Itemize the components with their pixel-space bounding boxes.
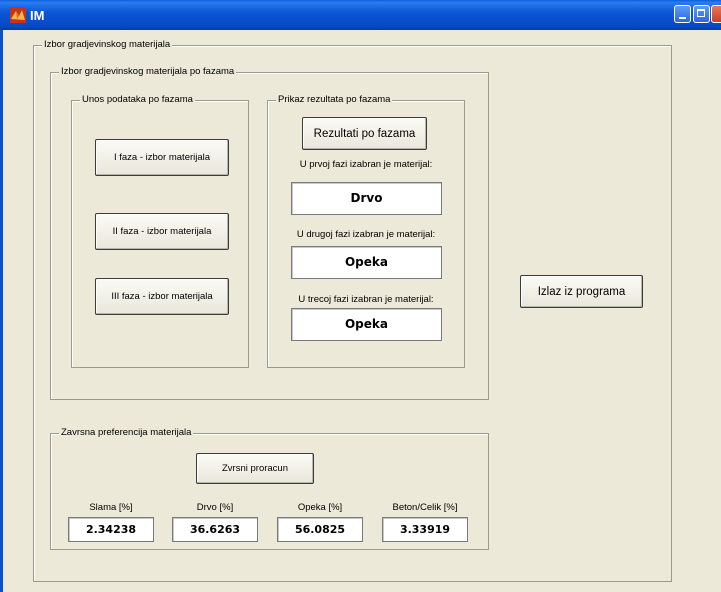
drvo-label: Drvo [%]: [196, 502, 234, 513]
results-by-phase-button[interactable]: Rezultati po fazama: [302, 117, 427, 150]
title-bar[interactable]: IM: [0, 0, 721, 30]
minimize-button[interactable]: [674, 5, 691, 23]
close-button[interactable]: [711, 5, 721, 23]
phase-2-result-value: Opeka: [291, 246, 442, 279]
final-calculation-button[interactable]: Zvrsni proracun: [196, 453, 314, 484]
phase-panel-title: Izbor gradjevinskog materijala po fazama: [59, 66, 237, 78]
exit-program-button[interactable]: Izlaz iz programa: [520, 275, 643, 308]
matlab-icon: [10, 7, 26, 23]
drvo-value: 36.6263: [172, 517, 258, 542]
final-preference-panel-title: Zavrsna preferencija materijala: [59, 427, 194, 439]
beton-celik-value: 3.33919: [382, 517, 468, 542]
phase-2-button[interactable]: II faza - izbor materijala: [95, 213, 229, 250]
input-panel-title: Unos podataka po fazama: [80, 94, 195, 106]
phase-1-result-label: U prvoj fazi izabran je materijal:: [299, 159, 433, 170]
opeka-value: 56.0825: [277, 517, 363, 542]
phase-3-result-label: U trecoj fazi izabran je materijal:: [298, 294, 434, 305]
phase-3-button[interactable]: III faza - izbor materijala: [95, 278, 229, 315]
results-panel-title: Prikaz rezultata po fazama: [276, 94, 393, 106]
opeka-label: Opeka [%]: [297, 502, 343, 513]
phase-1-result-value: Drvo: [291, 182, 442, 215]
phase-1-button[interactable]: I faza - izbor materijala: [95, 139, 229, 176]
slama-value: 2.34238: [68, 517, 154, 542]
beton-celik-label: Beton/Celik [%]: [392, 502, 458, 513]
outer-panel-title: Izbor gradjevinskog materijala: [42, 39, 173, 51]
maximize-button[interactable]: [693, 5, 710, 23]
phase-3-result-value: Opeka: [291, 308, 442, 341]
window-title: IM: [30, 8, 45, 23]
slama-label: Slama [%]: [89, 502, 133, 513]
phase-2-result-label: U drugoj fazi izabran je materijal:: [296, 229, 436, 240]
